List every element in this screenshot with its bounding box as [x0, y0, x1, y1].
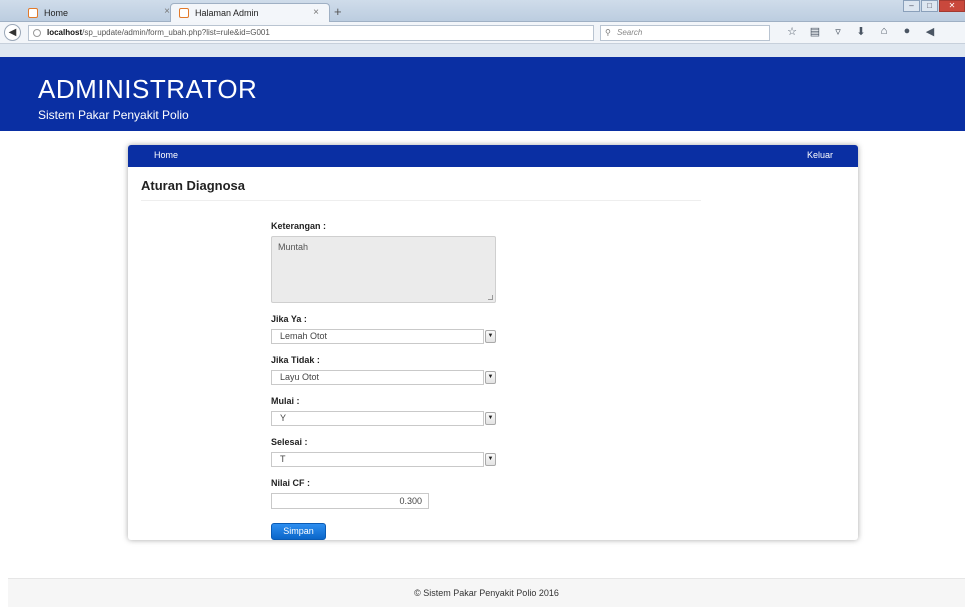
home-icon[interactable]: ⌂	[877, 25, 891, 38]
browser-tab-admin[interactable]: Halaman Admin ×	[170, 3, 330, 22]
main-panel: Home Keluar Aturan Diagnosa Keterangan :…	[128, 145, 858, 540]
jika-tidak-select[interactable]: Layu Otot ▼	[271, 370, 496, 385]
search-icon: ⚲	[605, 28, 611, 37]
mulai-select[interactable]: Y ▼	[271, 411, 496, 426]
pocket-icon[interactable]: ▿	[831, 25, 845, 38]
minimize-icon[interactable]: –	[903, 0, 920, 12]
browser-tab-home[interactable]: Home ×	[20, 3, 180, 22]
selesai-value: T	[280, 454, 286, 464]
address-bar[interactable]: localhost/sp_update/admin/form_ubah.php?…	[28, 25, 613, 41]
dropdown-arrow-icon[interactable]: ▼	[485, 453, 496, 466]
panel-navbar: Home Keluar	[128, 145, 858, 167]
nav-logout-link[interactable]: Keluar	[807, 150, 833, 160]
tab-label: Halaman Admin	[195, 8, 259, 18]
page-favicon-icon	[28, 7, 38, 18]
resize-grip-icon[interactable]	[488, 295, 493, 300]
dropdown-arrow-icon[interactable]: ▼	[485, 330, 496, 343]
tab-label: Home	[44, 7, 69, 18]
nav-home-link[interactable]: Home	[154, 150, 178, 160]
dropdown-arrow-icon[interactable]: ▼	[485, 371, 496, 384]
dropdown-arrow-icon[interactable]: ▼	[485, 412, 496, 425]
search-placeholder: Search	[617, 28, 643, 37]
tab-close-icon[interactable]: ×	[313, 7, 319, 18]
window-close-icon[interactable]: ✕	[939, 0, 965, 12]
nilai-cf-label: Nilai CF :	[271, 478, 311, 488]
save-button[interactable]: Simpan	[271, 523, 326, 540]
divider	[141, 200, 701, 201]
section-title: Aturan Diagnosa	[141, 178, 246, 193]
chrome-spacer	[0, 44, 965, 57]
bookmarks-list-icon[interactable]: ▤	[808, 25, 822, 38]
jika-tidak-value: Layu Otot	[280, 372, 320, 382]
mulai-label: Mulai :	[271, 396, 300, 406]
mulai-value: Y	[280, 413, 287, 423]
browser-search-input[interactable]: ⚲ Search	[600, 25, 770, 41]
bookmark-star-icon[interactable]: ☆	[785, 25, 799, 38]
jika-ya-select[interactable]: Lemah Otot ▼	[271, 329, 496, 344]
selesai-label: Selesai :	[271, 437, 308, 447]
maximize-icon[interactable]: □	[921, 0, 938, 12]
send-icon[interactable]: ◀	[923, 25, 937, 38]
page-subtitle: Sistem Pakar Penyakit Polio	[38, 108, 189, 122]
jika-ya-value: Lemah Otot	[280, 331, 328, 341]
keterangan-label: Keterangan :	[271, 221, 327, 231]
download-icon[interactable]: ⬇	[854, 25, 868, 38]
new-tab-icon[interactable]: +	[334, 4, 342, 19]
keterangan-textarea[interactable]: Muntah	[271, 236, 496, 303]
url-host: localhost	[47, 28, 83, 37]
toolbar-icons: ☆ ▤ ▿ ⬇ ⌂ ● ◀	[785, 25, 937, 38]
browser-navigation-bar: ◀ localhost/sp_update/admin/form_ubah.ph…	[0, 22, 965, 44]
jika-ya-label: Jika Ya :	[271, 314, 307, 324]
rule-form: Keterangan : Muntah Jika Ya : Lemah Otot…	[271, 221, 531, 540]
nilai-cf-input[interactable]: 0.300	[271, 493, 429, 509]
url-path: /sp_update/admin/form_ubah.php?list=rule…	[82, 28, 270, 37]
back-arrow-icon[interactable]: ◀	[4, 24, 21, 41]
site-info-icon[interactable]	[33, 29, 41, 37]
jika-tidak-label: Jika Tidak :	[271, 355, 320, 365]
selesai-select[interactable]: T ▼	[271, 452, 496, 467]
chat-icon[interactable]: ●	[900, 25, 914, 38]
page-footer: © Sistem Pakar Penyakit Polio 2016	[8, 578, 965, 607]
page-favicon-icon	[179, 8, 189, 18]
window-controls: – □ ✕	[902, 0, 965, 14]
keterangan-value: Muntah	[278, 242, 309, 252]
page-header: ADMINISTRATOR Sistem Pakar Penyakit Poli…	[0, 57, 965, 131]
page-title: ADMINISTRATOR	[38, 74, 258, 104]
browser-tab-bar: Home × Halaman Admin × + – □ ✕	[0, 0, 965, 22]
